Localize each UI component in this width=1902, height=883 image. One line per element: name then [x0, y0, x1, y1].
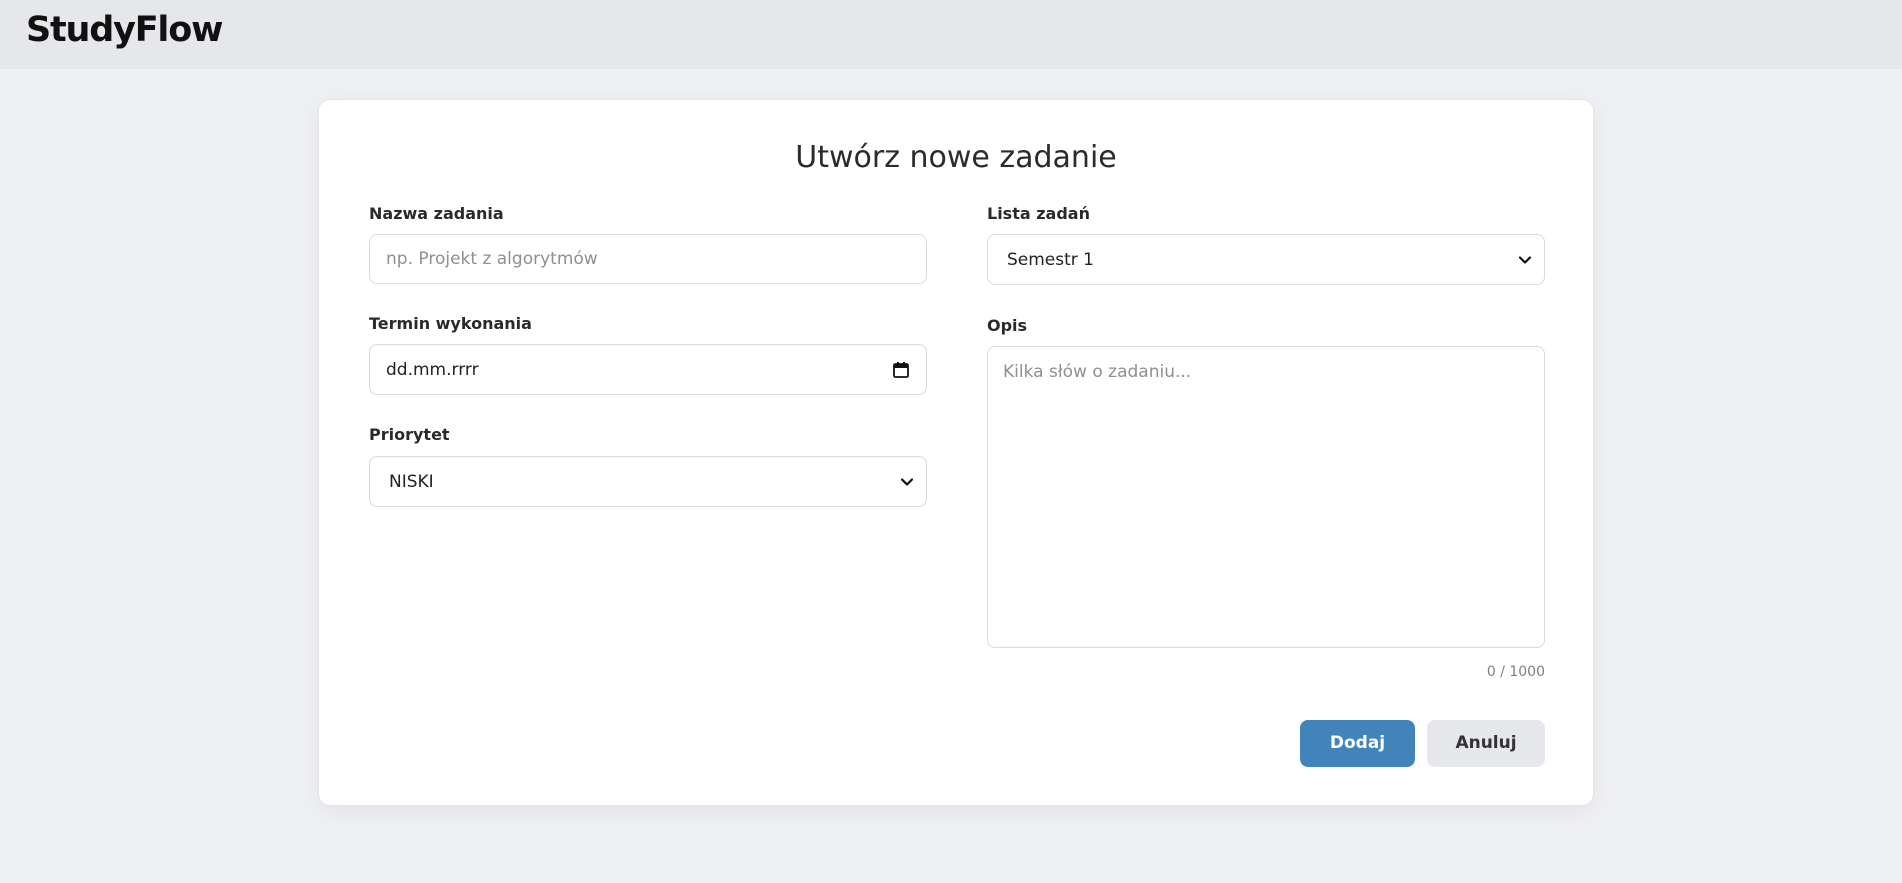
due-date-input[interactable]: dd.mm.rrrr	[369, 344, 927, 395]
description-textarea[interactable]: Kilka słów o zadaniu...	[987, 346, 1545, 648]
description-char-counter: 0 / 1000	[1486, 664, 1545, 680]
due-date-label: Termin wykonania	[369, 314, 532, 333]
task-list-select[interactable]: Semestr 1	[987, 234, 1545, 285]
task-list-selected-value: Semestr 1	[1007, 249, 1095, 270]
create-task-card: Utwórz nowe zadanie Nazwa zadania np. Pr…	[318, 99, 1594, 806]
priority-label: Priorytet	[369, 425, 450, 444]
description-label: Opis	[987, 316, 1028, 335]
calendar-icon[interactable]	[892, 361, 910, 379]
top-bar: StudyFlow	[0, 0, 1902, 69]
due-date-value: dd.mm.rrrr	[386, 359, 479, 380]
page-title: Utwórz nowe zadanie	[795, 140, 1117, 175]
priority-select[interactable]: NISKI	[369, 456, 927, 507]
priority-selected-value: NISKI	[389, 471, 434, 492]
task-list-label: Lista zadań	[987, 204, 1090, 223]
chevron-down-icon	[1518, 255, 1532, 264]
task-name-placeholder: np. Projekt z algorytmów	[386, 249, 598, 269]
cancel-button[interactable]: Anuluj	[1427, 720, 1545, 767]
task-name-input[interactable]: np. Projekt z algorytmów	[369, 234, 927, 284]
task-name-label: Nazwa zadania	[369, 204, 504, 223]
app-logo[interactable]: StudyFlow	[26, 10, 223, 50]
chevron-down-icon	[900, 477, 914, 486]
add-button[interactable]: Dodaj	[1300, 720, 1415, 767]
description-placeholder: Kilka słów o zadaniu...	[1003, 362, 1192, 382]
